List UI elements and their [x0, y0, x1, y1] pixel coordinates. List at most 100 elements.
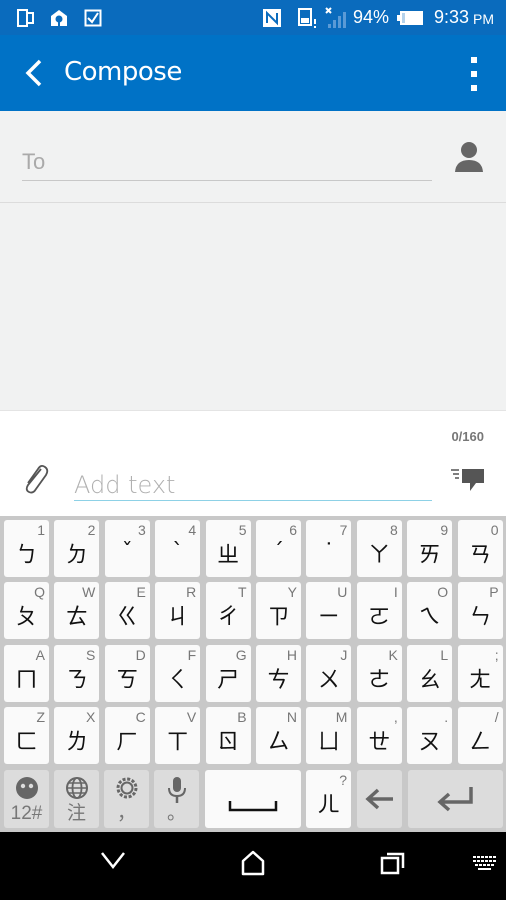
contact-picker-button[interactable]	[454, 141, 484, 173]
symbols-key[interactable]: 12#	[4, 770, 49, 828]
sim-alert-icon	[297, 0, 319, 35]
language-key-label: 注	[66, 803, 86, 824]
key-U[interactable]: ㄧU	[306, 582, 352, 639]
key-char: ㄊ	[65, 604, 88, 630]
key-char: ㄛ	[368, 604, 391, 630]
hide-keyboard-button[interactable]	[100, 850, 126, 870]
key-M[interactable]: ㄩM	[306, 707, 352, 764]
key-2[interactable]: ㄉ2	[54, 520, 100, 577]
key-Y[interactable]: ㄗY	[256, 582, 301, 639]
key-H[interactable]: ㄘH	[256, 645, 301, 702]
key-S[interactable]: ㄋS	[54, 645, 100, 702]
key-hint: O	[437, 584, 449, 600]
key-R[interactable]: ㄐR	[155, 582, 201, 639]
key-I[interactable]: ㄛI	[356, 582, 402, 639]
key-G[interactable]: ㄕG	[205, 645, 251, 702]
settings-key[interactable]: ，	[104, 770, 149, 828]
key-sym[interactable]: ㄡ.	[407, 707, 453, 764]
home-button[interactable]	[240, 850, 266, 876]
key-hint: A	[35, 647, 45, 663]
recipient-section	[0, 111, 506, 203]
key-hint: P	[489, 584, 499, 600]
key-J[interactable]: ㄨJ	[306, 645, 352, 702]
key-char: ㄒ	[166, 729, 189, 755]
recents-button[interactable]	[380, 850, 406, 876]
key-X[interactable]: ㄌX	[54, 707, 100, 764]
key-O[interactable]: ㄟO	[407, 582, 453, 639]
key-hint: B	[237, 709, 247, 725]
key-F[interactable]: ㄑF	[155, 645, 201, 702]
battery-icon	[396, 0, 424, 35]
key-P[interactable]: ㄣP	[457, 582, 503, 639]
attach-button[interactable]	[22, 461, 52, 495]
key-D[interactable]: ㄎD	[104, 645, 150, 702]
key-Z[interactable]: ㄈZ	[4, 707, 49, 764]
space-bar-icon	[228, 801, 278, 812]
key-B[interactable]: ㄖB	[205, 707, 251, 764]
key-char: ㄇ	[15, 667, 38, 693]
settings-key-label: ，	[116, 803, 136, 824]
send-button[interactable]	[450, 467, 486, 495]
voice-key-label: 。	[166, 803, 186, 824]
key-char: ˙	[323, 540, 335, 565]
key-char: ㄉ	[65, 542, 88, 568]
key-char: ㄘ	[267, 667, 290, 693]
enter-key[interactable]	[408, 770, 503, 828]
key-N[interactable]: ㄙN	[256, 707, 301, 764]
key-hint: 0	[490, 522, 499, 538]
key-hint: G	[235, 647, 247, 663]
key-Q[interactable]: ㄆQ	[4, 582, 49, 639]
key-char: ㄙ	[267, 729, 290, 755]
app-bar: Compose	[0, 35, 506, 111]
key-hint: N	[286, 709, 297, 725]
key-K[interactable]: ㄜK	[356, 645, 402, 702]
key-3[interactable]: ˇ3	[104, 520, 150, 577]
key-hint: I	[393, 584, 398, 600]
key-T[interactable]: ㄔT	[205, 582, 251, 639]
key-5[interactable]: ㄓ5	[205, 520, 251, 577]
key-hint: 5	[238, 522, 247, 538]
clock: 9:33 PM	[434, 0, 494, 35]
key-er[interactable]: ㄦ ?	[306, 770, 351, 828]
space-key[interactable]	[205, 770, 301, 828]
key-0[interactable]: ㄢ0	[457, 520, 503, 577]
key-9[interactable]: ㄞ9	[407, 520, 453, 577]
key-E[interactable]: ㄍE	[104, 582, 150, 639]
key-char: ㄎ	[116, 667, 139, 693]
overflow-menu-button[interactable]	[466, 57, 482, 91]
key-L[interactable]: ㄠL	[407, 645, 453, 702]
key-W[interactable]: ㄊW	[54, 582, 100, 639]
key-char: ˇ	[121, 540, 133, 565]
key-7[interactable]: ˙ 7	[306, 520, 352, 577]
key-sym[interactable]: ㄥ /	[457, 707, 503, 764]
back-button[interactable]	[16, 55, 50, 91]
key-8[interactable]: ㄚ8	[356, 520, 402, 577]
key-hint: 4	[188, 522, 197, 538]
key-A[interactable]: ㄇA	[4, 645, 49, 702]
navigation-bar	[0, 832, 506, 900]
key-hint: F	[187, 647, 197, 663]
key-6[interactable]: ˊ6	[256, 520, 301, 577]
recipient-input[interactable]	[22, 143, 432, 181]
backspace-key[interactable]	[357, 770, 402, 828]
language-key[interactable]: 注	[54, 770, 99, 828]
key-char: ㄈ	[15, 729, 38, 755]
key-sym[interactable]: ㄤ;	[457, 645, 503, 702]
key-V[interactable]: ㄒV	[155, 707, 201, 764]
paperclip-icon	[25, 464, 49, 494]
key-4[interactable]: ˋ4	[155, 520, 201, 577]
key-hint: S	[86, 647, 96, 663]
key-hint: D	[135, 647, 146, 663]
key-char: ㄝ	[368, 729, 391, 755]
key-1[interactable]: ㄅ1	[4, 520, 49, 577]
key-C[interactable]: ㄏC	[104, 707, 150, 764]
key-hint: 2	[87, 522, 96, 538]
key-hint: K	[388, 647, 398, 663]
message-input[interactable]	[74, 469, 432, 501]
key-hint: 9	[440, 522, 449, 538]
key-sym[interactable]: ㄝ,	[356, 707, 402, 764]
message-compose-bar: 0/160	[0, 410, 506, 516]
dual-screen-icon	[16, 0, 36, 35]
voice-key[interactable]: 。	[154, 770, 199, 828]
keyboard-switch-button[interactable]	[472, 854, 498, 874]
